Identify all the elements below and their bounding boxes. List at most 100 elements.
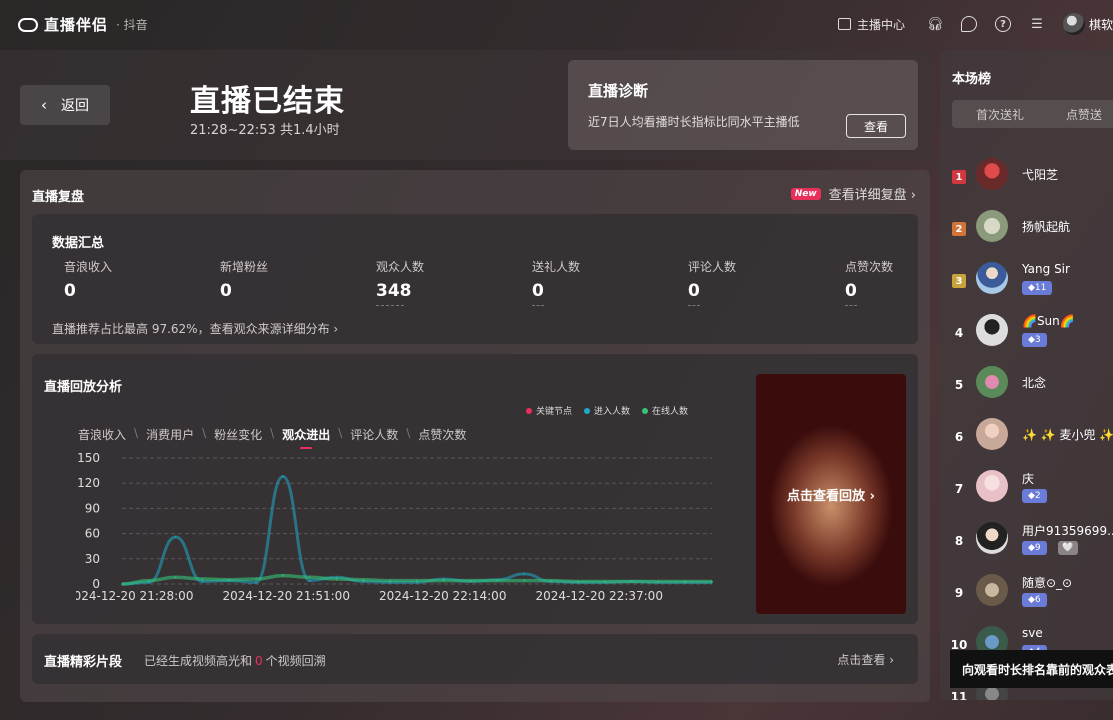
data-point [389,579,391,582]
review-title: 直播复盘 [32,190,85,205]
tab-comments[interactable]: 评论人数 [350,426,398,443]
avatar[interactable] [976,470,1008,502]
rank-number: 4 [954,326,964,340]
fan-level-badge: ◆ 6 [1022,593,1047,607]
replay-video-thumbnail[interactable]: 点击查看回放 › [756,374,906,614]
highlights-view-link[interactable]: 点击查看 › [837,651,894,668]
heart-icon: 🤍 [1058,541,1078,555]
data-point [577,580,579,583]
stat-label: 点赞次数 [845,260,894,274]
ranking-row[interactable]: 7 庆 ◆ 2 [940,468,1113,520]
stat-label: 观众人数 [376,260,425,274]
rank-number: 9 [954,586,964,600]
diagnosis-view-button[interactable]: 查看 [846,114,906,138]
stat-label: 音浪收入 [64,260,113,274]
fan-level-badge: ◆ 2 [1022,489,1047,503]
fan-level-badge: ◆ 11 [1022,281,1053,295]
data-point [308,579,311,582]
avatar[interactable] [976,210,1008,242]
ranking-row[interactable]: 2 扬帆起航 [940,208,1113,260]
avatar[interactable] [976,158,1008,190]
avatar[interactable] [976,418,1008,450]
rank-number: 5 [954,378,964,392]
x-tick-label: 2024-12-20 22:37:00 [536,589,663,603]
data-point [228,579,231,581]
data-point [469,579,472,582]
headset-icon[interactable]: 🎧︎ [927,16,944,32]
rank-number: 1 [952,170,966,184]
stat-value: 0 [845,281,857,301]
new-badge: New [790,187,821,200]
rank-user-name: 用户91359699... [1022,524,1113,538]
anchor-center-button[interactable]: 主播中心 [837,16,905,33]
highlights-desc-text: 已经生成视频高光和 [144,654,253,668]
stat-commenters[interactable]: 评论人数 0 [688,258,736,306]
ranking-row[interactable]: 3 Yang Sir ◆ 11 [940,260,1113,312]
stat-likes[interactable]: 点赞次数 0 [845,258,893,306]
diamond-icon: ◆ [1028,595,1035,605]
rank-user-name: 弋阳芝 [1022,168,1059,182]
avatar[interactable] [976,574,1008,606]
ranking-row[interactable]: 5 北念 [940,364,1113,416]
avatar[interactable] [976,262,1008,294]
tab-fans[interactable]: 粉丝变化 [214,426,262,443]
fan-level-badge: ◆ 3 [1022,333,1047,347]
rank-user-name: 扬帆起航 [1022,220,1071,234]
tab-audience-flow[interactable]: 观众进出 [282,426,330,449]
rank-user-name: 庆 [1022,472,1035,486]
user-chip[interactable]: 棋软 [1062,13,1113,35]
ranking-row[interactable]: 9 随意⊙_⊙ ◆ 6 [940,572,1113,624]
series-line-enter [121,474,712,586]
data-point [443,579,445,582]
dashed-underline [376,305,404,306]
tab-like-gift[interactable]: 点赞送 [1066,106,1102,123]
rank-user-name: ✨ ✨ 麦小兜 ✨ [1022,428,1113,442]
rank-user-name: 北念 [1022,376,1047,390]
data-point [174,536,177,538]
replay-title: 直播回放分析 [44,380,123,395]
avatar[interactable] [976,522,1008,554]
ranking-row[interactable]: 1 弋阳芝 [940,156,1113,208]
logo-sub: · 抖音 [116,18,148,32]
ranking-row[interactable]: 6 ✨ ✨ 麦小兜 ✨ [940,416,1113,468]
data-point [255,581,257,584]
y-tick-label: 90 [85,501,100,515]
help-icon[interactable]: ? [994,16,1011,32]
rank-user-name: 🌈Sun🌈 [1022,314,1075,328]
tab-income[interactable]: 音浪收入 [78,426,126,443]
diagnosis-card: 直播诊断 近7日人均看播时长指标比同水平主播低 查看 [568,60,918,150]
chart-icon [837,18,851,30]
message-icon[interactable] [960,16,977,32]
stat-viewers[interactable]: 观众人数 348 [376,258,424,306]
stat-income: 音浪收入 0 [64,258,112,301]
rank-number: 6 [954,430,964,444]
fan-level-value: 3 [1034,335,1041,345]
data-point [282,475,284,478]
y-tick-label: 60 [85,527,100,541]
ranking-row[interactable]: 4 🌈Sun🌈 ◆ 3 [940,312,1113,364]
x-tick-label: 2024-12-20 22:14:00 [379,589,506,603]
data-point [684,580,686,583]
tab-likes[interactable]: 点赞次数 [418,426,466,443]
tab-first-gift[interactable]: 首次送礼 [976,106,1024,123]
ranking-tooltip: 向观看时长排名靠前的观众表 [950,650,1113,688]
tab-consumers[interactable]: 消费用户 [146,426,194,443]
rank-number: 7 [954,482,964,496]
legend-enter: 进入人数 [584,404,630,417]
detail-review-link[interactable]: New 查看详细复盘 › [790,184,916,203]
stat-value: 0 [220,281,232,301]
avatar[interactable] [976,366,1008,398]
audience-flow-chart[interactable]: 15012090603002024-12-20 21:28:00 2024-12-… [76,450,736,610]
ranking-row[interactable]: 8 用户91359699... ◆ 9 🤍 [940,520,1113,572]
avatar[interactable] [976,314,1008,346]
chart-legend: 关键节点 进入人数 在线人数 [526,404,700,417]
back-button[interactable]: ‹ 返回 [20,85,110,125]
stat-new-fans: 新增粉丝 0 [220,258,268,301]
data-point [603,580,606,583]
source-distribution-link[interactable]: 直播推荐占比最高 97.62%，查看观众来源详细分布 › [52,320,338,337]
data-point [201,580,204,583]
stat-gifters[interactable]: 送礼人数 0 [532,258,580,306]
highlights-card: 直播精彩片段 已经生成视频高光和 0 个视频回溯 点击查看 › [32,634,918,684]
rank-user-name: sve [1022,626,1043,640]
menu-icon[interactable]: ☰ [1029,16,1045,32]
